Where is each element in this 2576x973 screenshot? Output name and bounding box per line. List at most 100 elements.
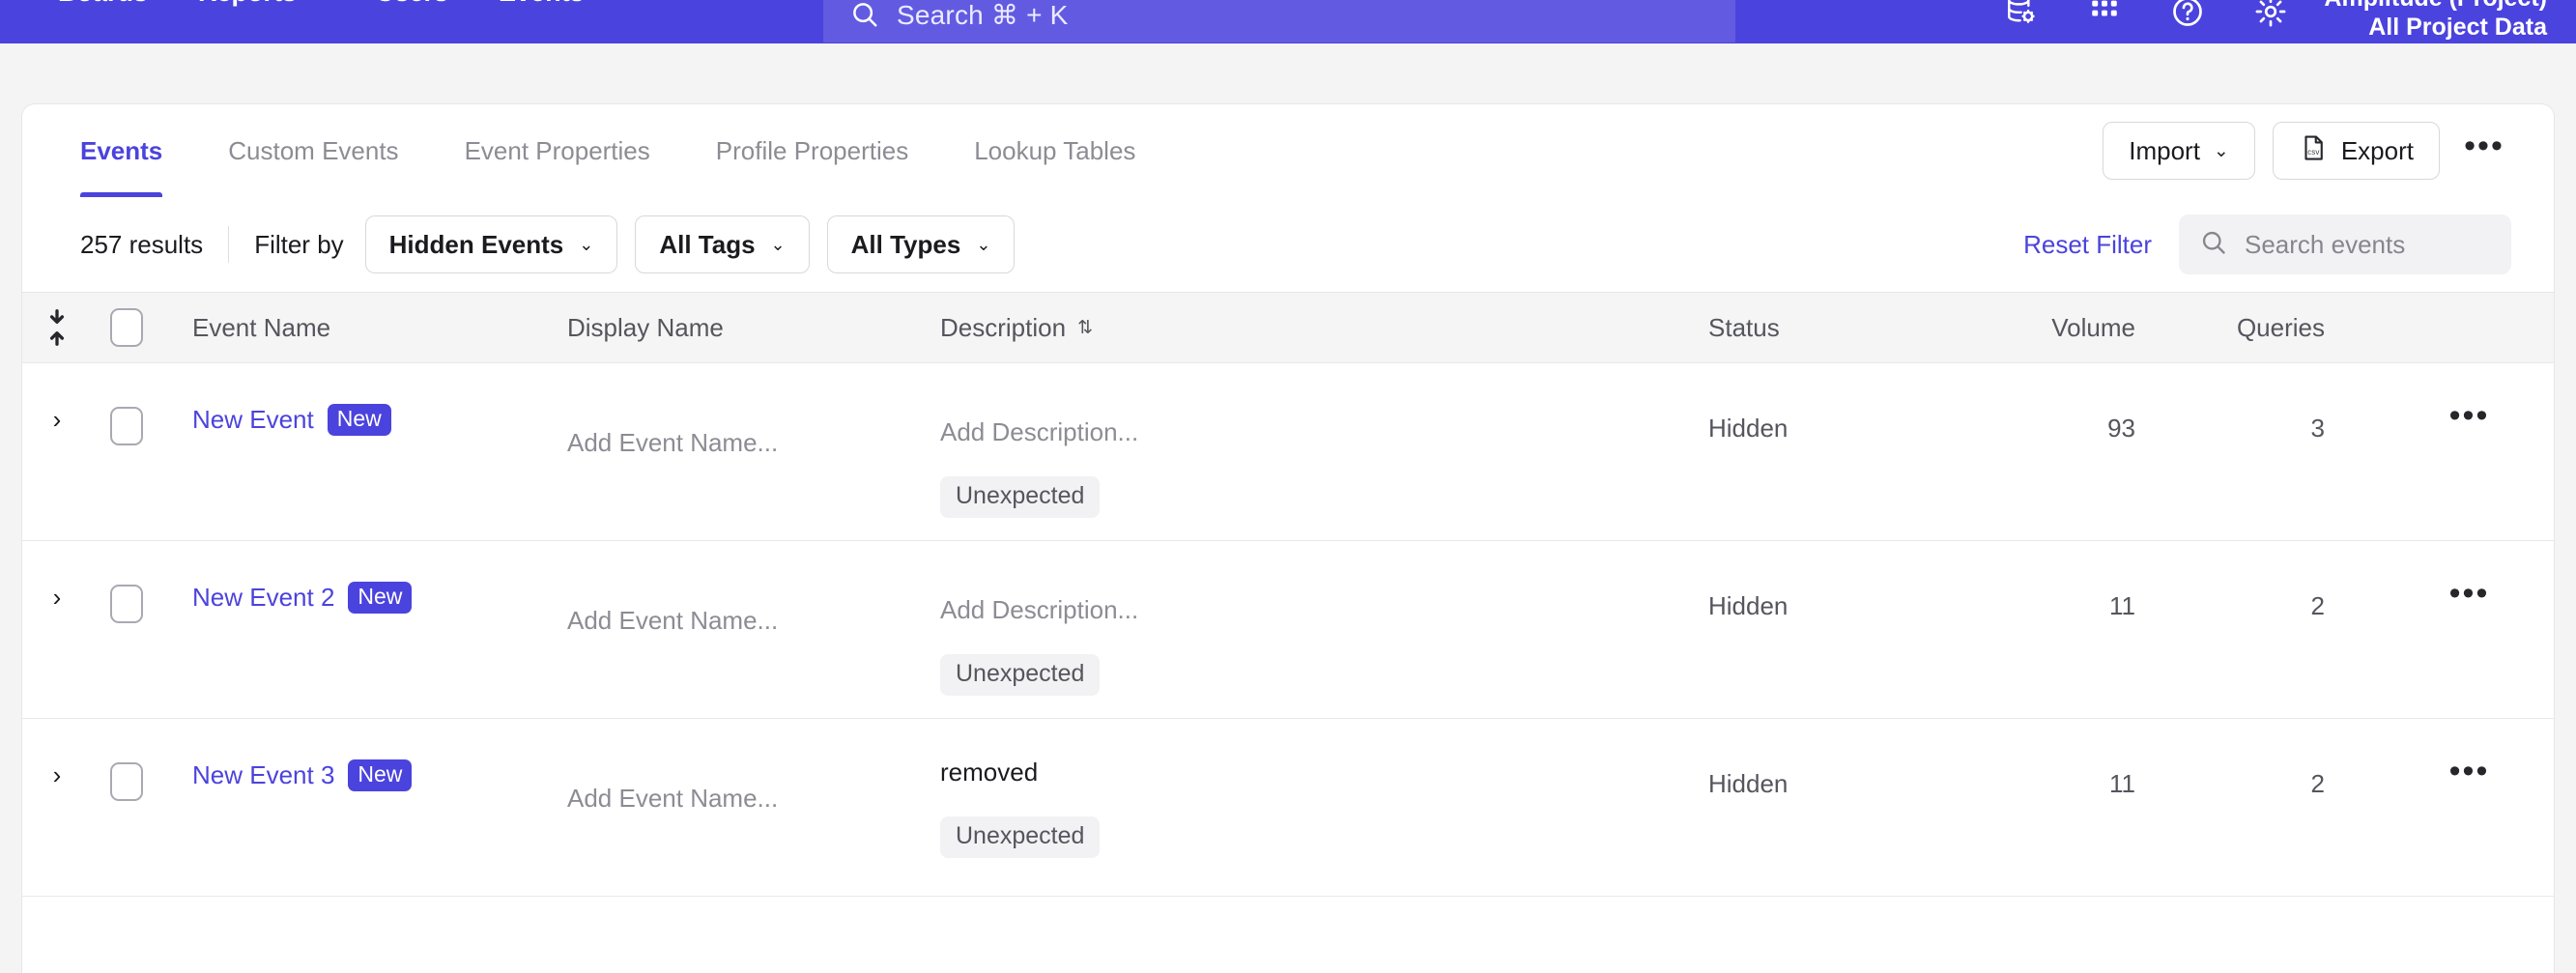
- row-volume-cell: 11: [1969, 719, 2172, 799]
- nav-item-events[interactable]: Events: [473, 0, 610, 8]
- panel-actions: Import ⌄ CSV Export •••: [2103, 122, 2511, 180]
- reset-filter-link[interactable]: Reset Filter: [2023, 230, 2152, 260]
- header-event-name[interactable]: Event Name: [161, 313, 538, 343]
- search-events-box[interactable]: [2179, 215, 2511, 274]
- event-tag: Unexpected: [940, 816, 1100, 858]
- filter-all-tags-dropdown[interactable]: All Tags ⌄: [635, 215, 809, 273]
- row-volume-cell: 11: [1969, 541, 2172, 621]
- row-overflow-menu-button[interactable]: •••: [2449, 587, 2490, 601]
- import-label: Import: [2129, 136, 2200, 166]
- filter-bar: 257 results Filter by Hidden Events ⌄ Al…: [22, 197, 2554, 292]
- table-row: › New Event 3 New Add Event Name... remo…: [22, 719, 2554, 897]
- filter-hidden-events-dropdown[interactable]: Hidden Events ⌄: [365, 215, 618, 273]
- row-description-cell[interactable]: removed Unexpected: [905, 719, 1670, 858]
- search-icon: [850, 0, 879, 29]
- collapse-rows-button[interactable]: [22, 307, 92, 348]
- tab-lookup-tables[interactable]: Lookup Tables: [974, 104, 1135, 197]
- row-actions-cell: •••: [2385, 719, 2554, 779]
- tab-events[interactable]: Events: [80, 104, 162, 197]
- nav-actions: Amplitude (Project) All Project Data: [1980, 0, 2547, 42]
- row-event-name-cell: New Event 3 New: [161, 719, 538, 791]
- row-select-cell: [92, 541, 161, 623]
- global-search-placeholder: Search ⌘ + K: [897, 0, 1068, 31]
- sort-arrows-icon: ⇅: [1077, 319, 1093, 337]
- nav-item-label: Boards: [58, 0, 148, 8]
- filter-all-types-dropdown[interactable]: All Types ⌄: [827, 215, 1016, 273]
- chevron-right-icon[interactable]: ›: [53, 585, 62, 610]
- description-text: removed: [940, 758, 1038, 787]
- header-display-name[interactable]: Display Name: [538, 313, 905, 343]
- filter-label: Hidden Events: [389, 230, 564, 260]
- search-events-input[interactable]: [2245, 230, 2490, 260]
- row-checkbox[interactable]: [110, 585, 143, 623]
- tab-label: Custom Events: [228, 136, 398, 166]
- header-description[interactable]: Description ⇅: [905, 313, 1670, 343]
- row-expand-cell: ›: [22, 363, 92, 432]
- nav-item-label: Users: [376, 0, 448, 8]
- data-sources-icon[interactable]: [1980, 0, 2063, 39]
- panel-overflow-menu-button[interactable]: •••: [2457, 124, 2511, 178]
- row-display-name-cell[interactable]: Add Event Name...: [538, 363, 905, 458]
- chevron-down-icon: ⌄: [976, 235, 990, 255]
- settings-gear-icon[interactable]: [2229, 0, 2312, 39]
- chevron-right-icon[interactable]: ›: [53, 407, 62, 432]
- event-name-link[interactable]: New Event 3: [192, 760, 334, 790]
- tab-event-properties[interactable]: Event Properties: [465, 104, 650, 197]
- row-queries-cell: 2: [2172, 719, 2385, 799]
- chevron-down-icon: ⌄: [579, 235, 593, 255]
- tab-custom-events[interactable]: Custom Events: [228, 104, 398, 197]
- row-select-cell: [92, 363, 161, 445]
- events-panel: Events Custom Events Event Properties Pr…: [21, 103, 2555, 973]
- chevron-down-icon: ⌄: [310, 0, 326, 4]
- description-placeholder: Add Description...: [940, 595, 1138, 624]
- nav-item-label: Events: [499, 0, 585, 8]
- row-queries-cell: 2: [2172, 541, 2385, 621]
- event-name-link[interactable]: New Event: [192, 405, 314, 435]
- row-event-name-cell: New Event New: [161, 363, 538, 436]
- global-search-bar[interactable]: Search ⌘ + K: [823, 0, 1735, 43]
- chevron-down-icon: ⌄: [2214, 140, 2229, 162]
- event-tag: Unexpected: [940, 476, 1100, 518]
- apps-grid-icon[interactable]: [2063, 0, 2146, 39]
- help-circle-icon[interactable]: [2146, 0, 2229, 39]
- nav-item-reports[interactable]: Reports ⌄: [173, 0, 351, 8]
- new-badge: New: [328, 404, 391, 436]
- collapse-rows-icon: [43, 307, 72, 348]
- row-checkbox[interactable]: [110, 407, 143, 445]
- display-name-placeholder: Add Event Name...: [567, 428, 778, 457]
- row-actions-cell: •••: [2385, 541, 2554, 601]
- project-selector[interactable]: Amplitude (Project) All Project Data: [2324, 0, 2547, 42]
- tab-profile-properties[interactable]: Profile Properties: [716, 104, 908, 197]
- select-all-checkbox[interactable]: [110, 308, 143, 347]
- import-button[interactable]: Import ⌄: [2103, 122, 2255, 180]
- row-display-name-cell[interactable]: Add Event Name...: [538, 719, 905, 814]
- svg-text:CSV: CSV: [2307, 150, 2320, 157]
- header-status[interactable]: Status: [1670, 313, 1969, 343]
- chevron-right-icon[interactable]: ›: [53, 762, 62, 787]
- tab-bar: Events Custom Events Event Properties Pr…: [22, 104, 2554, 197]
- header-queries[interactable]: Queries: [2172, 313, 2385, 343]
- row-overflow-menu-button[interactable]: •••: [2449, 765, 2490, 779]
- row-description-cell[interactable]: Add Description... Unexpected: [905, 541, 1670, 696]
- export-button[interactable]: CSV Export: [2273, 122, 2440, 180]
- csv-file-icon: CSV: [2299, 133, 2328, 169]
- header-volume[interactable]: Volume: [1969, 313, 2172, 343]
- row-expand-cell: ›: [22, 541, 92, 610]
- row-checkbox[interactable]: [110, 762, 143, 801]
- header-description-label: Description: [940, 313, 1066, 343]
- display-name-placeholder: Add Event Name...: [567, 784, 778, 813]
- table-header-row: Event Name Display Name Description ⇅ St…: [22, 292, 2554, 363]
- row-display-name-cell[interactable]: Add Event Name...: [538, 541, 905, 636]
- table-row: › New Event 2 New Add Event Name... Add …: [22, 541, 2554, 719]
- filter-label: All Tags: [659, 230, 755, 260]
- nav-item-users[interactable]: Users: [351, 0, 473, 8]
- filter-label: All Types: [851, 230, 961, 260]
- row-description-cell[interactable]: Add Description... Unexpected: [905, 363, 1670, 518]
- description-placeholder: Add Description...: [940, 417, 1138, 446]
- nav-links: Boards Reports ⌄ Users Events: [33, 0, 610, 8]
- event-name-link[interactable]: New Event 2: [192, 583, 334, 613]
- row-overflow-menu-button[interactable]: •••: [2449, 410, 2490, 423]
- tab-list: Events Custom Events Event Properties Pr…: [80, 104, 1201, 197]
- filter-by-label: Filter by: [254, 230, 343, 260]
- nav-item-boards[interactable]: Boards: [33, 0, 173, 8]
